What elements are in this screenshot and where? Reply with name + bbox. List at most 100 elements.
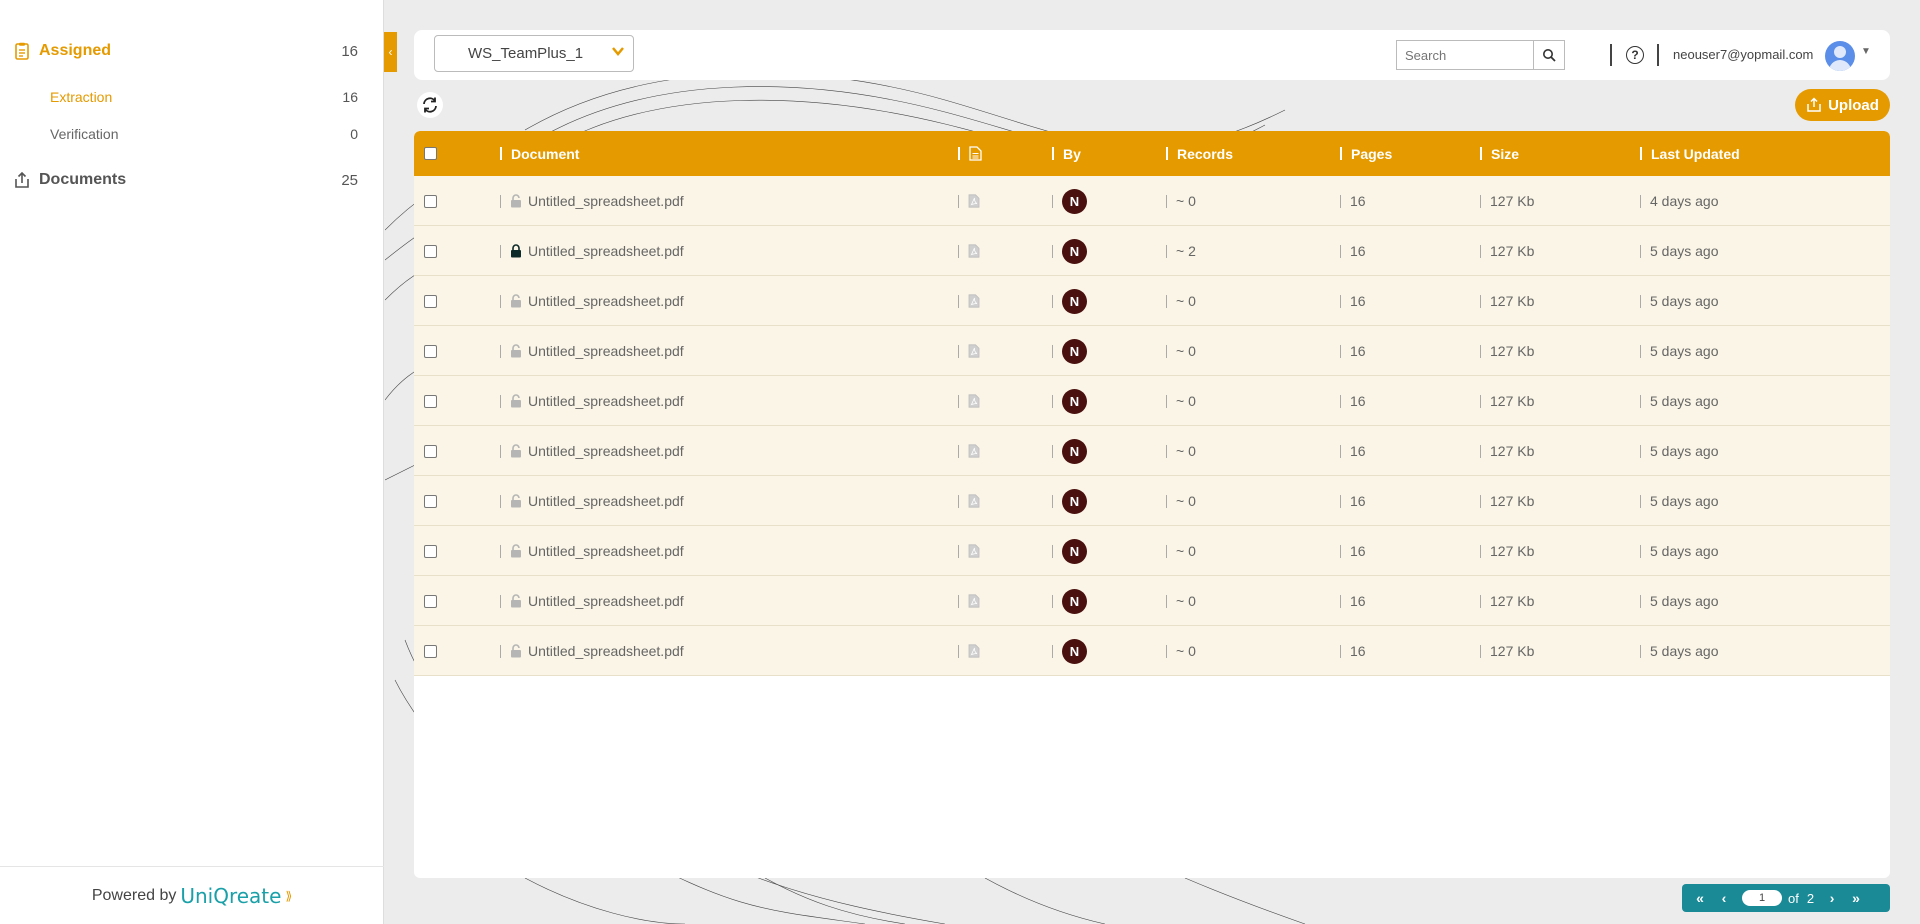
- row-checkbox[interactable]: [424, 644, 437, 658]
- user-badge: N: [1062, 288, 1087, 314]
- select-all-checkbox[interactable]: [424, 147, 437, 160]
- document-name[interactable]: Untitled_spreadsheet.pdf: [528, 293, 684, 309]
- document-name[interactable]: Untitled_spreadsheet.pdf: [528, 593, 684, 609]
- document-name[interactable]: Untitled_spreadsheet.pdf: [528, 193, 684, 209]
- table-row[interactable]: Untitled_spreadsheet.pdf N ~ 0 16 127 Kb 5 da…: [414, 426, 1890, 476]
- cell-pages: 16: [1340, 476, 1366, 526]
- user-badge: N: [1062, 438, 1087, 464]
- document-name[interactable]: Untitled_spreadsheet.pdf: [528, 393, 684, 409]
- cell-records: ~ 0: [1166, 576, 1196, 626]
- document-name[interactable]: Untitled_spreadsheet.pdf: [528, 443, 684, 459]
- cell-by: N: [1052, 476, 1087, 526]
- cell-by: N: [1052, 226, 1087, 276]
- table-row[interactable]: Untitled_spreadsheet.pdf N ~ 0 16 127 Kb 5 da…: [414, 526, 1890, 576]
- cell-size: 127 Kb: [1480, 426, 1534, 476]
- cell-by: N: [1052, 526, 1087, 576]
- lock-open-icon: [510, 344, 522, 358]
- lock-open-icon: [510, 494, 522, 508]
- help-icon[interactable]: ?: [1626, 46, 1644, 64]
- row-checkbox[interactable]: [424, 594, 437, 608]
- column-header-document[interactable]: Document: [500, 131, 579, 176]
- cell-document: Untitled_spreadsheet.pdf: [500, 376, 684, 426]
- next-page-icon[interactable]: ›: [1820, 890, 1844, 906]
- table-row[interactable]: Untitled_spreadsheet.pdf N ~ 0 16 127 Kb 5 da…: [414, 576, 1890, 626]
- row-checkbox[interactable]: [424, 344, 437, 358]
- lock-open-icon: [510, 644, 522, 658]
- sidebar-item-assigned[interactable]: Assigned 16: [0, 42, 384, 60]
- workspace-select[interactable]: WS_TeamPlus_1: [434, 35, 634, 72]
- row-checkbox[interactable]: [424, 544, 437, 558]
- chevron-down-icon: [611, 42, 625, 63]
- table-row[interactable]: Untitled_spreadsheet.pdf N ~ 2 16 127 Kb 5 da…: [414, 226, 1890, 276]
- lock-open-icon: [510, 394, 522, 408]
- cell-size: 127 Kb: [1480, 326, 1534, 376]
- cell-document: Untitled_spreadsheet.pdf: [500, 326, 684, 376]
- table-row[interactable]: Untitled_spreadsheet.pdf N ~ 0 16 127 Kb 5 da…: [414, 376, 1890, 426]
- cell-records: ~ 0: [1166, 426, 1196, 476]
- records-value: ~ 0: [1176, 193, 1196, 209]
- table-row[interactable]: Untitled_spreadsheet.pdf N ~ 0 16 127 Kb 5 da…: [414, 276, 1890, 326]
- pages-value: 16: [1350, 493, 1366, 509]
- cell-type: [958, 326, 980, 376]
- user-email[interactable]: neouser7@yopmail.com: [1673, 47, 1813, 62]
- table-row[interactable]: Untitled_spreadsheet.pdf N ~ 0 16 127 Kb 5 da…: [414, 326, 1890, 376]
- cell-size: 127 Kb: [1480, 476, 1534, 526]
- document-name[interactable]: Untitled_spreadsheet.pdf: [528, 343, 684, 359]
- pdf-file-icon: [968, 444, 980, 458]
- prev-page-icon[interactable]: ‹: [1712, 890, 1736, 906]
- refresh-button[interactable]: [417, 92, 443, 118]
- column-header-size[interactable]: Size: [1480, 131, 1519, 176]
- first-page-icon[interactable]: «: [1688, 890, 1712, 906]
- user-badge: N: [1062, 388, 1087, 414]
- table-row[interactable]: Untitled_spreadsheet.pdf N ~ 0 16 127 Kb 5 da…: [414, 476, 1890, 526]
- sidebar-item-label: Extraction: [50, 89, 113, 105]
- pages-value: 16: [1350, 293, 1366, 309]
- column-header-type[interactable]: [958, 131, 982, 176]
- updated-value: 5 days ago: [1650, 243, 1719, 259]
- size-value: 127 Kb: [1490, 643, 1535, 659]
- sidebar-item-documents[interactable]: Documents 25: [0, 171, 384, 189]
- page-number-input[interactable]: [1742, 890, 1782, 906]
- cell-document: Untitled_spreadsheet.pdf: [500, 576, 684, 626]
- powered-by-footer: Powered by UniQreate ⟫: [0, 866, 384, 924]
- size-value: 127 Kb: [1490, 393, 1535, 409]
- chevron-down-icon[interactable]: ▼: [1861, 46, 1871, 57]
- row-checkbox[interactable]: [424, 294, 437, 308]
- last-page-icon[interactable]: »: [1844, 890, 1868, 906]
- pages-value: 16: [1350, 393, 1366, 409]
- pages-value: 16: [1350, 343, 1366, 359]
- table-row[interactable]: Untitled_spreadsheet.pdf N ~ 0 16 127 Kb 5 da…: [414, 626, 1890, 676]
- cell-updated: 5 days ago: [1640, 526, 1719, 576]
- cell-type: [958, 526, 980, 576]
- cell-type: [958, 376, 980, 426]
- user-avatar-icon[interactable]: [1825, 41, 1855, 71]
- document-name[interactable]: Untitled_spreadsheet.pdf: [528, 643, 684, 659]
- document-name[interactable]: Untitled_spreadsheet.pdf: [528, 493, 684, 509]
- column-header-last-updated[interactable]: Last Updated: [1640, 131, 1740, 176]
- column-header-by[interactable]: By: [1052, 131, 1081, 176]
- column-header-records[interactable]: Records: [1166, 131, 1233, 176]
- updated-value: 5 days ago: [1650, 293, 1719, 309]
- row-checkbox[interactable]: [424, 244, 437, 258]
- cell-document: Untitled_spreadsheet.pdf: [500, 176, 684, 226]
- updated-value: 5 days ago: [1650, 643, 1719, 659]
- file-icon: [969, 146, 982, 161]
- lock-open-icon: [510, 594, 522, 608]
- document-name[interactable]: Untitled_spreadsheet.pdf: [528, 243, 684, 259]
- search-input[interactable]: [1397, 41, 1533, 69]
- row-checkbox[interactable]: [424, 394, 437, 408]
- upload-button[interactable]: Upload: [1795, 89, 1890, 121]
- row-checkbox-cell: [424, 276, 437, 326]
- row-checkbox-cell: [424, 376, 437, 426]
- table-row[interactable]: Untitled_spreadsheet.pdf N ~ 0 16 127 Kb 4 da…: [414, 176, 1890, 226]
- upload-label: Upload: [1828, 96, 1879, 114]
- row-checkbox[interactable]: [424, 494, 437, 508]
- column-header-pages[interactable]: Pages: [1340, 131, 1392, 176]
- row-checkbox[interactable]: [424, 444, 437, 458]
- cell-size: 127 Kb: [1480, 176, 1534, 226]
- pdf-file-icon: [968, 294, 980, 308]
- pages-value: 16: [1350, 193, 1366, 209]
- search-button[interactable]: [1533, 41, 1564, 69]
- document-name[interactable]: Untitled_spreadsheet.pdf: [528, 543, 684, 559]
- row-checkbox[interactable]: [424, 194, 437, 208]
